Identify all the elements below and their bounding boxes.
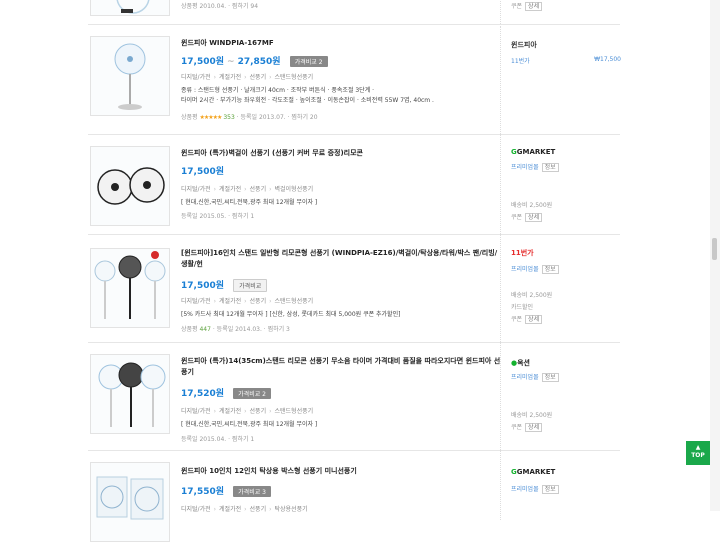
category-breadcrumb: 디지털/가전 › 계절가전 › 선풍기 › 스탠드형선풍기 — [181, 408, 314, 415]
product-meta: 상품평 ★★★★★ 353 · 등록일 2013.07. · 찜하기 20 — [181, 114, 318, 121]
product-price: 17,500원 — [181, 167, 225, 177]
product-thumbnail[interactable] — [90, 354, 170, 434]
partial-item: 상품평 2010.04. · 찜하기 94 쿠폰 상세 — [88, 0, 620, 25]
product-item: 윈드피아 10인치 12인치 탁상용 박스형 선풍기 미니선풍기 17,550원… — [88, 450, 621, 542]
compare-button[interactable]: 가격비교 3 — [233, 486, 271, 497]
shipping-fee: 배송비 2,500원 — [511, 292, 553, 299]
info-button[interactable]: 정보 — [541, 163, 559, 172]
shipping-fee: 배송비 2,500원 — [511, 412, 553, 419]
mall-link[interactable]: 프리미엄몰 — [511, 486, 539, 493]
detail-button[interactable]: 상세 — [525, 2, 543, 11]
mall-name[interactable]: 윈드피아 — [511, 40, 537, 50]
product-item: 윈드피아 (특가)벽걸이 선풍기 (선풍기 커버 무료 증정)리모콘 17,50… — [88, 134, 620, 235]
product-meta: 상품평 2010.04. · 찜하기 94 — [181, 3, 259, 10]
card-benefit: [ 현대,신한,국민,씨티,전북,광주 최대 12개월 무이자 ] — [181, 421, 318, 428]
detail-button[interactable]: 상세 — [525, 423, 543, 432]
card-benefit: [5% 카드사 최대 12개월 무이자 ] [신한, 삼성, 롯데카드 최대 5… — [181, 311, 401, 318]
mall-link[interactable]: 프리미엄몰 — [511, 374, 539, 381]
product-item: [윈드피아]16인치 스탠드 일반형 리모콘형 선풍기 (WINDPIA-EZ1… — [88, 234, 620, 343]
card-discount: 카드할인 — [511, 304, 534, 311]
category-breadcrumb: 디지털/가전 › 계절가전 › 선풍기 › 스탠드형선풍기 — [181, 74, 314, 81]
scroll-top-button[interactable]: ▲ TOP — [686, 441, 710, 465]
product-thumbnail[interactable] — [90, 146, 170, 226]
mall-panel: 11번가 프리미엄몰 정보 배송비 2,500원 카드할인 쿠폰 상세 — [500, 234, 621, 342]
info-button[interactable]: 정보 — [541, 485, 559, 494]
product-thumbnail[interactable] — [90, 0, 170, 16]
wish-link[interactable]: 찜하기 1 — [232, 213, 254, 220]
mall-link[interactable]: 11번가 — [511, 56, 530, 65]
wish-link[interactable]: 찜하기 3 — [268, 326, 290, 333]
mall-link[interactable]: 프리미엄몰 — [511, 164, 539, 171]
product-price: 17,520원 가격비교 2 — [181, 386, 271, 399]
product-meta: 등록일 2015.04. · 찜하기 1 — [181, 436, 255, 443]
category-breadcrumb: 디지털/가전 › 계절가전 › 선풍기 › 스탠드형선풍기 — [181, 298, 314, 305]
detail-button[interactable]: 상세 — [525, 213, 543, 222]
product-price: 17,550원 가격비교 3 — [181, 484, 271, 497]
mall-panel: GGMARKET 프리미엄몰 정보 배송비 2,500원 쿠폰 상세 — [500, 134, 621, 234]
wish-link[interactable]: 찜하기 94 — [232, 3, 258, 10]
product-title[interactable]: 윈드피아 WINDPIA-167MF — [181, 38, 501, 49]
product-meta: 상품평 447 · 등록일 2014.03. · 찜하기 3 — [181, 326, 290, 333]
product-meta: 등록일 2015.05. · 찜하기 1 — [181, 213, 255, 220]
mall-price[interactable]: ₩17,500 — [594, 56, 621, 63]
product-title[interactable]: 윈드피아 10인치 12인치 탁상용 박스형 선풍기 미니선풍기 — [181, 466, 501, 477]
product-thumbnail[interactable] — [90, 462, 170, 542]
mall-panel: GGMARKET 프리미엄몰 정보 — [500, 450, 621, 520]
compare-button[interactable]: 가격비교 2 — [289, 56, 328, 67]
mall-link[interactable]: 프리미엄몰 — [511, 266, 539, 273]
wish-link[interactable]: 찜하기 1 — [232, 436, 254, 443]
info-button[interactable]: 정보 — [541, 265, 559, 274]
mall-panel: 윈드피아 11번가 ₩17,500 — [500, 26, 621, 134]
product-spec: 종류 : 스탠드형 선풍기 · 날개크기 40cm · 조작부 버튼식 · 풍속… — [181, 87, 434, 104]
category-breadcrumb: 디지털/가전 › 계절가전 › 선풍기 › 벽걸이형선풍기 — [181, 186, 314, 193]
mall-panel: 쿠폰 상세 — [500, 0, 621, 24]
product-title[interactable]: 윈드피아 (특가)벽걸이 선풍기 (선풍기 커버 무료 증정)리모콘 — [181, 148, 501, 159]
info-button[interactable]: 정보 — [541, 373, 559, 382]
mall-logo-auction[interactable]: ●옥션 — [511, 358, 530, 368]
arrow-up-icon: ▲ — [695, 444, 701, 451]
rating-stars: ★★★★★ — [199, 114, 222, 121]
product-thumbnail[interactable] — [90, 36, 170, 116]
product-price: 17,500원 가격비교 — [181, 278, 268, 292]
product-title[interactable]: [윈드피아]16인치 스탠드 일반형 리모콘형 선풍기 (WINDPIA-EZ1… — [181, 248, 501, 270]
compare-button[interactable]: 가격비교 2 — [233, 388, 271, 399]
product-thumbnail[interactable] — [90, 248, 170, 328]
wish-link[interactable]: 찜하기 20 — [291, 114, 317, 121]
product-title[interactable]: 윈드피아 (특가)14(35cm)스탠드 리모콘 선풍기 무소음 타이머 가격대… — [181, 356, 501, 378]
product-item: 윈드피아 WINDPIA-167MF 17,500원 ~27,850원 가격비교 … — [88, 26, 621, 135]
card-benefit: [ 현대,신한,국민,씨티,전북,광주 최대 12개월 무이자 ] — [181, 199, 318, 206]
mall-logo-gmarket[interactable]: GGMARKET — [511, 468, 555, 476]
product-item: 윈드피아 (특가)14(35cm)스탠드 리모콘 선풍기 무소음 타이머 가격대… — [88, 342, 620, 451]
mall-logo-gmarket[interactable]: GGMARKET — [511, 148, 555, 156]
product-price: 17,500원 ~27,850원 가격비교 2 — [181, 54, 328, 67]
detail-button[interactable]: 상세 — [525, 315, 543, 324]
category-breadcrumb: 디지털/가전 › 계절가전 › 선풍기 › 탁상용선풍기 — [181, 506, 308, 513]
scrollbar-thumb[interactable] — [712, 238, 717, 260]
mall-logo-11st[interactable]: 11번가 — [511, 248, 534, 258]
compare-button[interactable]: 가격비교 — [233, 279, 268, 292]
mall-panel: ●옥션 프리미엄몰 정보 배송비 2,500원 쿠폰 상세 — [500, 342, 621, 450]
shipping-fee: 배송비 2,500원 — [511, 202, 553, 209]
